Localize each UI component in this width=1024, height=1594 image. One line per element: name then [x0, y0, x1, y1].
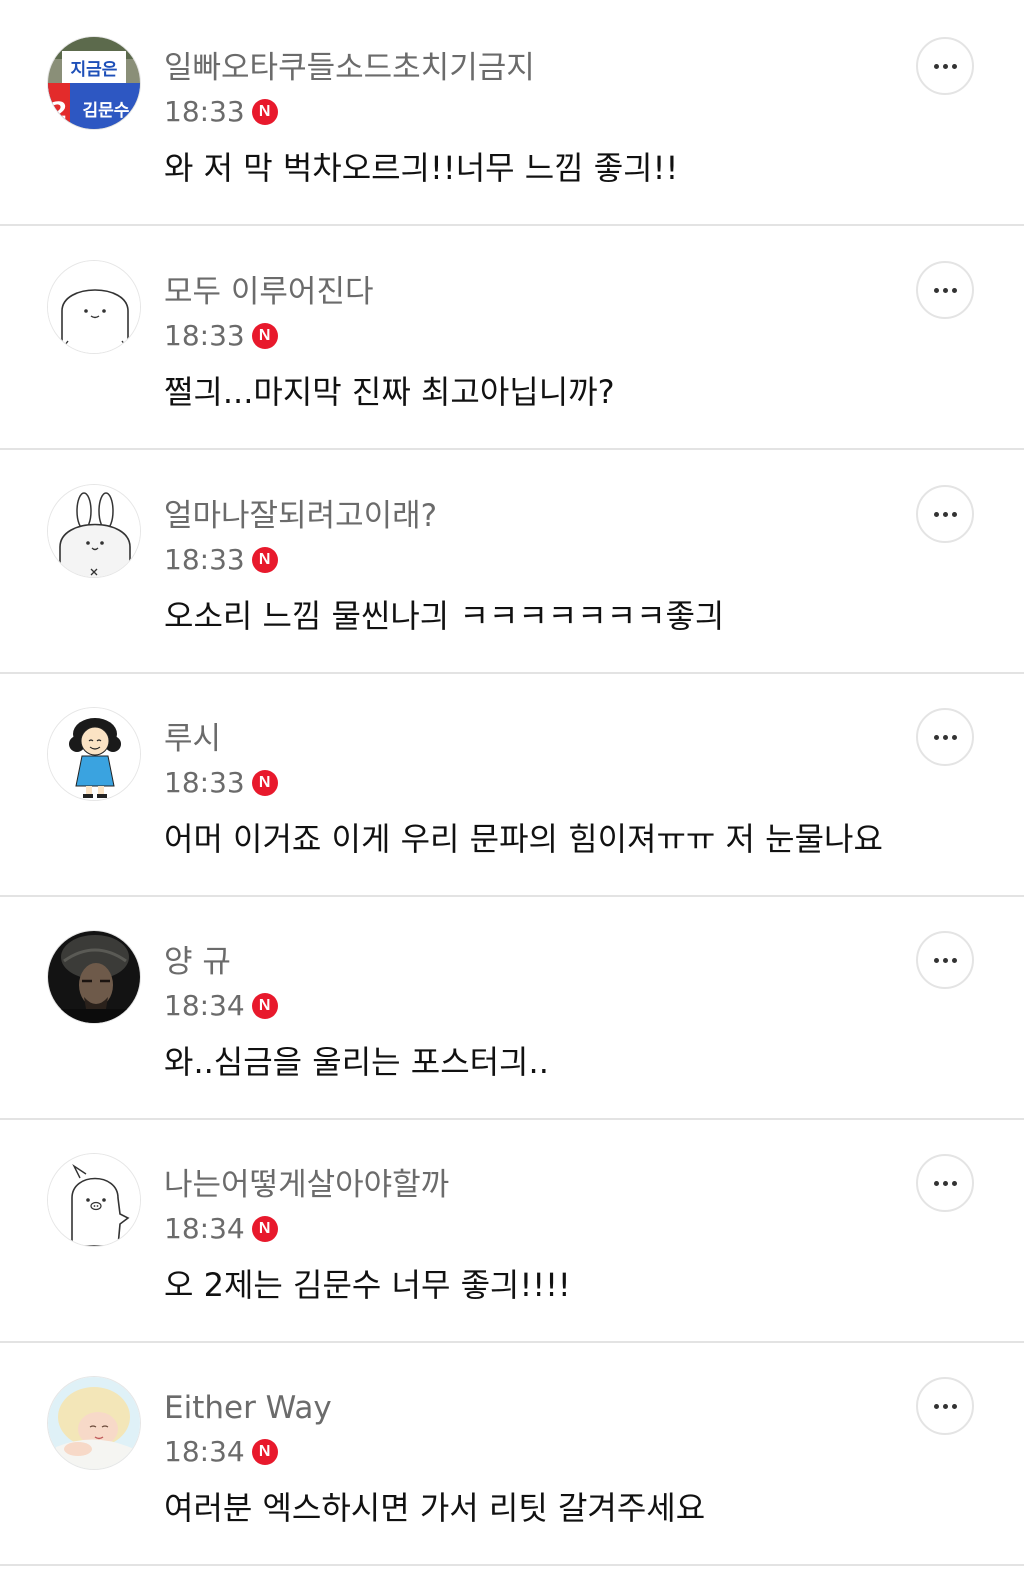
- comment-author[interactable]: 일빠오타쿠들소드초치기금지: [164, 48, 535, 88]
- more-dots-icon: [942, 511, 948, 517]
- poster-slogan-text: 지금은: [71, 60, 118, 80]
- comment-meta: 18:33 N: [164, 92, 278, 132]
- comment-author[interactable]: 양 규: [164, 942, 231, 982]
- more-dots-icon: [933, 1180, 939, 1186]
- blonde-person-photo-avatar[interactable]: [47, 1376, 141, 1470]
- comment-meta: 18:34 N: [164, 1209, 278, 1249]
- comment-item: 모두 이루어진다 18:33 N 쩔긔...마지막 진짜 최고아닙니까?: [0, 224, 1024, 450]
- blob-character-avatar[interactable]: [47, 260, 141, 354]
- more-dots-icon: [942, 957, 948, 963]
- campaign-poster-image: 지금은 2 김문수: [48, 37, 140, 129]
- new-badge-icon: N: [251, 547, 278, 573]
- comment-author[interactable]: 모두 이루어진다: [164, 272, 374, 312]
- more-dots-icon: [942, 734, 948, 740]
- comment-item: 얼마나잘되려고이래? 18:33 N 오소리 느낌 물씬나긔 ㅋㅋㅋㅋㅋㅋㅋ좋긔: [0, 448, 1024, 674]
- warrior-photo-avatar[interactable]: [47, 930, 141, 1024]
- new-badge-label: N: [258, 1220, 271, 1237]
- bunny-character-avatar[interactable]: [47, 484, 141, 578]
- more-dots-icon: [951, 63, 957, 69]
- more-options-button[interactable]: [916, 1154, 974, 1212]
- comment-text: 오소리 느낌 물씬나긔 ㅋㅋㅋㅋㅋㅋㅋ좋긔: [164, 597, 725, 635]
- new-badge-label: N: [258, 774, 271, 791]
- campaign-poster-avatar[interactable]: 지금은 2 김문수: [47, 36, 141, 130]
- more-dots-icon: [942, 287, 948, 293]
- more-dots-icon: [951, 957, 957, 963]
- comment-author[interactable]: 얼마나잘되려고이래?: [164, 496, 437, 536]
- comment-text: 어머 이거죠 이게 우리 문파의 힘이져ㅠㅠ 저 눈물나요: [164, 820, 883, 858]
- comment-author[interactable]: Either Way: [164, 1388, 332, 1428]
- more-dots-icon: [933, 1403, 939, 1409]
- new-badge-label: N: [258, 103, 271, 120]
- comment-text: 쩔긔...마지막 진짜 최고아닙니까?: [164, 373, 615, 411]
- new-badge-label: N: [258, 327, 271, 344]
- comment-text: 오 2제는 김문수 너무 좋긔!!!!: [164, 1266, 571, 1304]
- new-badge-icon: N: [251, 99, 278, 125]
- comment-item: 나는어떻게살아야할까 18:34 N 오 2제는 김문수 너무 좋긔!!!!: [0, 1117, 1024, 1343]
- more-options-button[interactable]: [916, 261, 974, 319]
- new-badge-icon: N: [251, 1439, 278, 1465]
- more-dots-icon: [942, 1403, 948, 1409]
- comment-author[interactable]: 루시: [164, 719, 221, 759]
- comment-list: 지금은 2 김문수 일빠오타쿠들소드초치기금지 18:33 N 와 저 막 벅차…: [0, 0, 1024, 1594]
- more-dots-icon: [951, 734, 957, 740]
- blob-character-image: [48, 261, 140, 353]
- comment-time: 18:33: [164, 319, 245, 352]
- pig-ghost-character-avatar[interactable]: [47, 1153, 141, 1247]
- comment-meta: 18:33 N: [164, 763, 278, 803]
- comment-item: Either Way 18:34 N 여러분 엑스하시면 가서 리팃 갈겨주세요: [0, 1340, 1024, 1566]
- new-badge-icon: N: [251, 323, 278, 349]
- more-dots-icon: [942, 1180, 948, 1186]
- new-badge-label: N: [258, 551, 271, 568]
- comment-meta: 18:33 N: [164, 316, 278, 356]
- comment-text: 여러분 엑스하시면 가서 리팃 갈겨주세요: [164, 1489, 706, 1527]
- more-dots-icon: [933, 63, 939, 69]
- comment-time: 18:33: [164, 543, 245, 576]
- new-badge-icon: N: [251, 1216, 278, 1242]
- comment-time: 18:34: [164, 1212, 245, 1245]
- pig-ghost-character-image: [48, 1154, 140, 1246]
- more-dots-icon: [933, 511, 939, 517]
- poster-number-text: 2: [51, 97, 68, 125]
- more-dots-icon: [933, 957, 939, 963]
- more-options-button[interactable]: [916, 931, 974, 989]
- new-badge-icon: N: [251, 770, 278, 796]
- more-options-button[interactable]: [916, 485, 974, 543]
- cartoon-girl-image: [48, 708, 140, 800]
- comment-time: 18:34: [164, 989, 245, 1022]
- comment-item: 지금은 2 김문수 일빠오타쿠들소드초치기금지 18:33 N 와 저 막 벅차…: [0, 0, 1024, 226]
- comment-meta: 18:33 N: [164, 540, 278, 580]
- comment-meta: 18:34 N: [164, 1432, 278, 1472]
- more-dots-icon: [951, 1180, 957, 1186]
- new-badge-label: N: [258, 997, 271, 1014]
- comment-text: 와 저 막 벅차오르긔!!너무 느낌 좋긔!!: [164, 149, 679, 187]
- more-dots-icon: [933, 287, 939, 293]
- comment-item: 루시 18:33 N 어머 이거죠 이게 우리 문파의 힘이져ㅠㅠ 저 눈물나요: [0, 671, 1024, 897]
- more-options-button[interactable]: [916, 37, 974, 95]
- comment-meta: 18:34 N: [164, 986, 278, 1026]
- comment-text: 와..심금을 울리는 포스터긔..: [164, 1043, 549, 1081]
- comment-time: 18:33: [164, 766, 245, 799]
- more-options-button[interactable]: [916, 708, 974, 766]
- blonde-person-photo-image: [48, 1377, 140, 1469]
- cartoon-girl-avatar[interactable]: [47, 707, 141, 801]
- more-dots-icon: [951, 1403, 957, 1409]
- more-dots-icon: [951, 511, 957, 517]
- warrior-photo-image: [48, 931, 140, 1023]
- new-badge-icon: N: [251, 993, 278, 1019]
- comment-item: 양 규 18:34 N 와..심금을 울리는 포스터긔..: [0, 894, 1024, 1120]
- comment-time: 18:33: [164, 95, 245, 128]
- more-dots-icon: [933, 734, 939, 740]
- more-dots-icon: [942, 63, 948, 69]
- more-options-button[interactable]: [916, 1377, 974, 1435]
- comment-author[interactable]: 나는어떻게살아야할까: [164, 1165, 449, 1205]
- comment-time: 18:34: [164, 1435, 245, 1468]
- new-badge-label: N: [258, 1443, 271, 1460]
- bunny-character-image: [48, 485, 140, 577]
- more-dots-icon: [951, 287, 957, 293]
- poster-name-text: 김문수: [83, 101, 130, 121]
